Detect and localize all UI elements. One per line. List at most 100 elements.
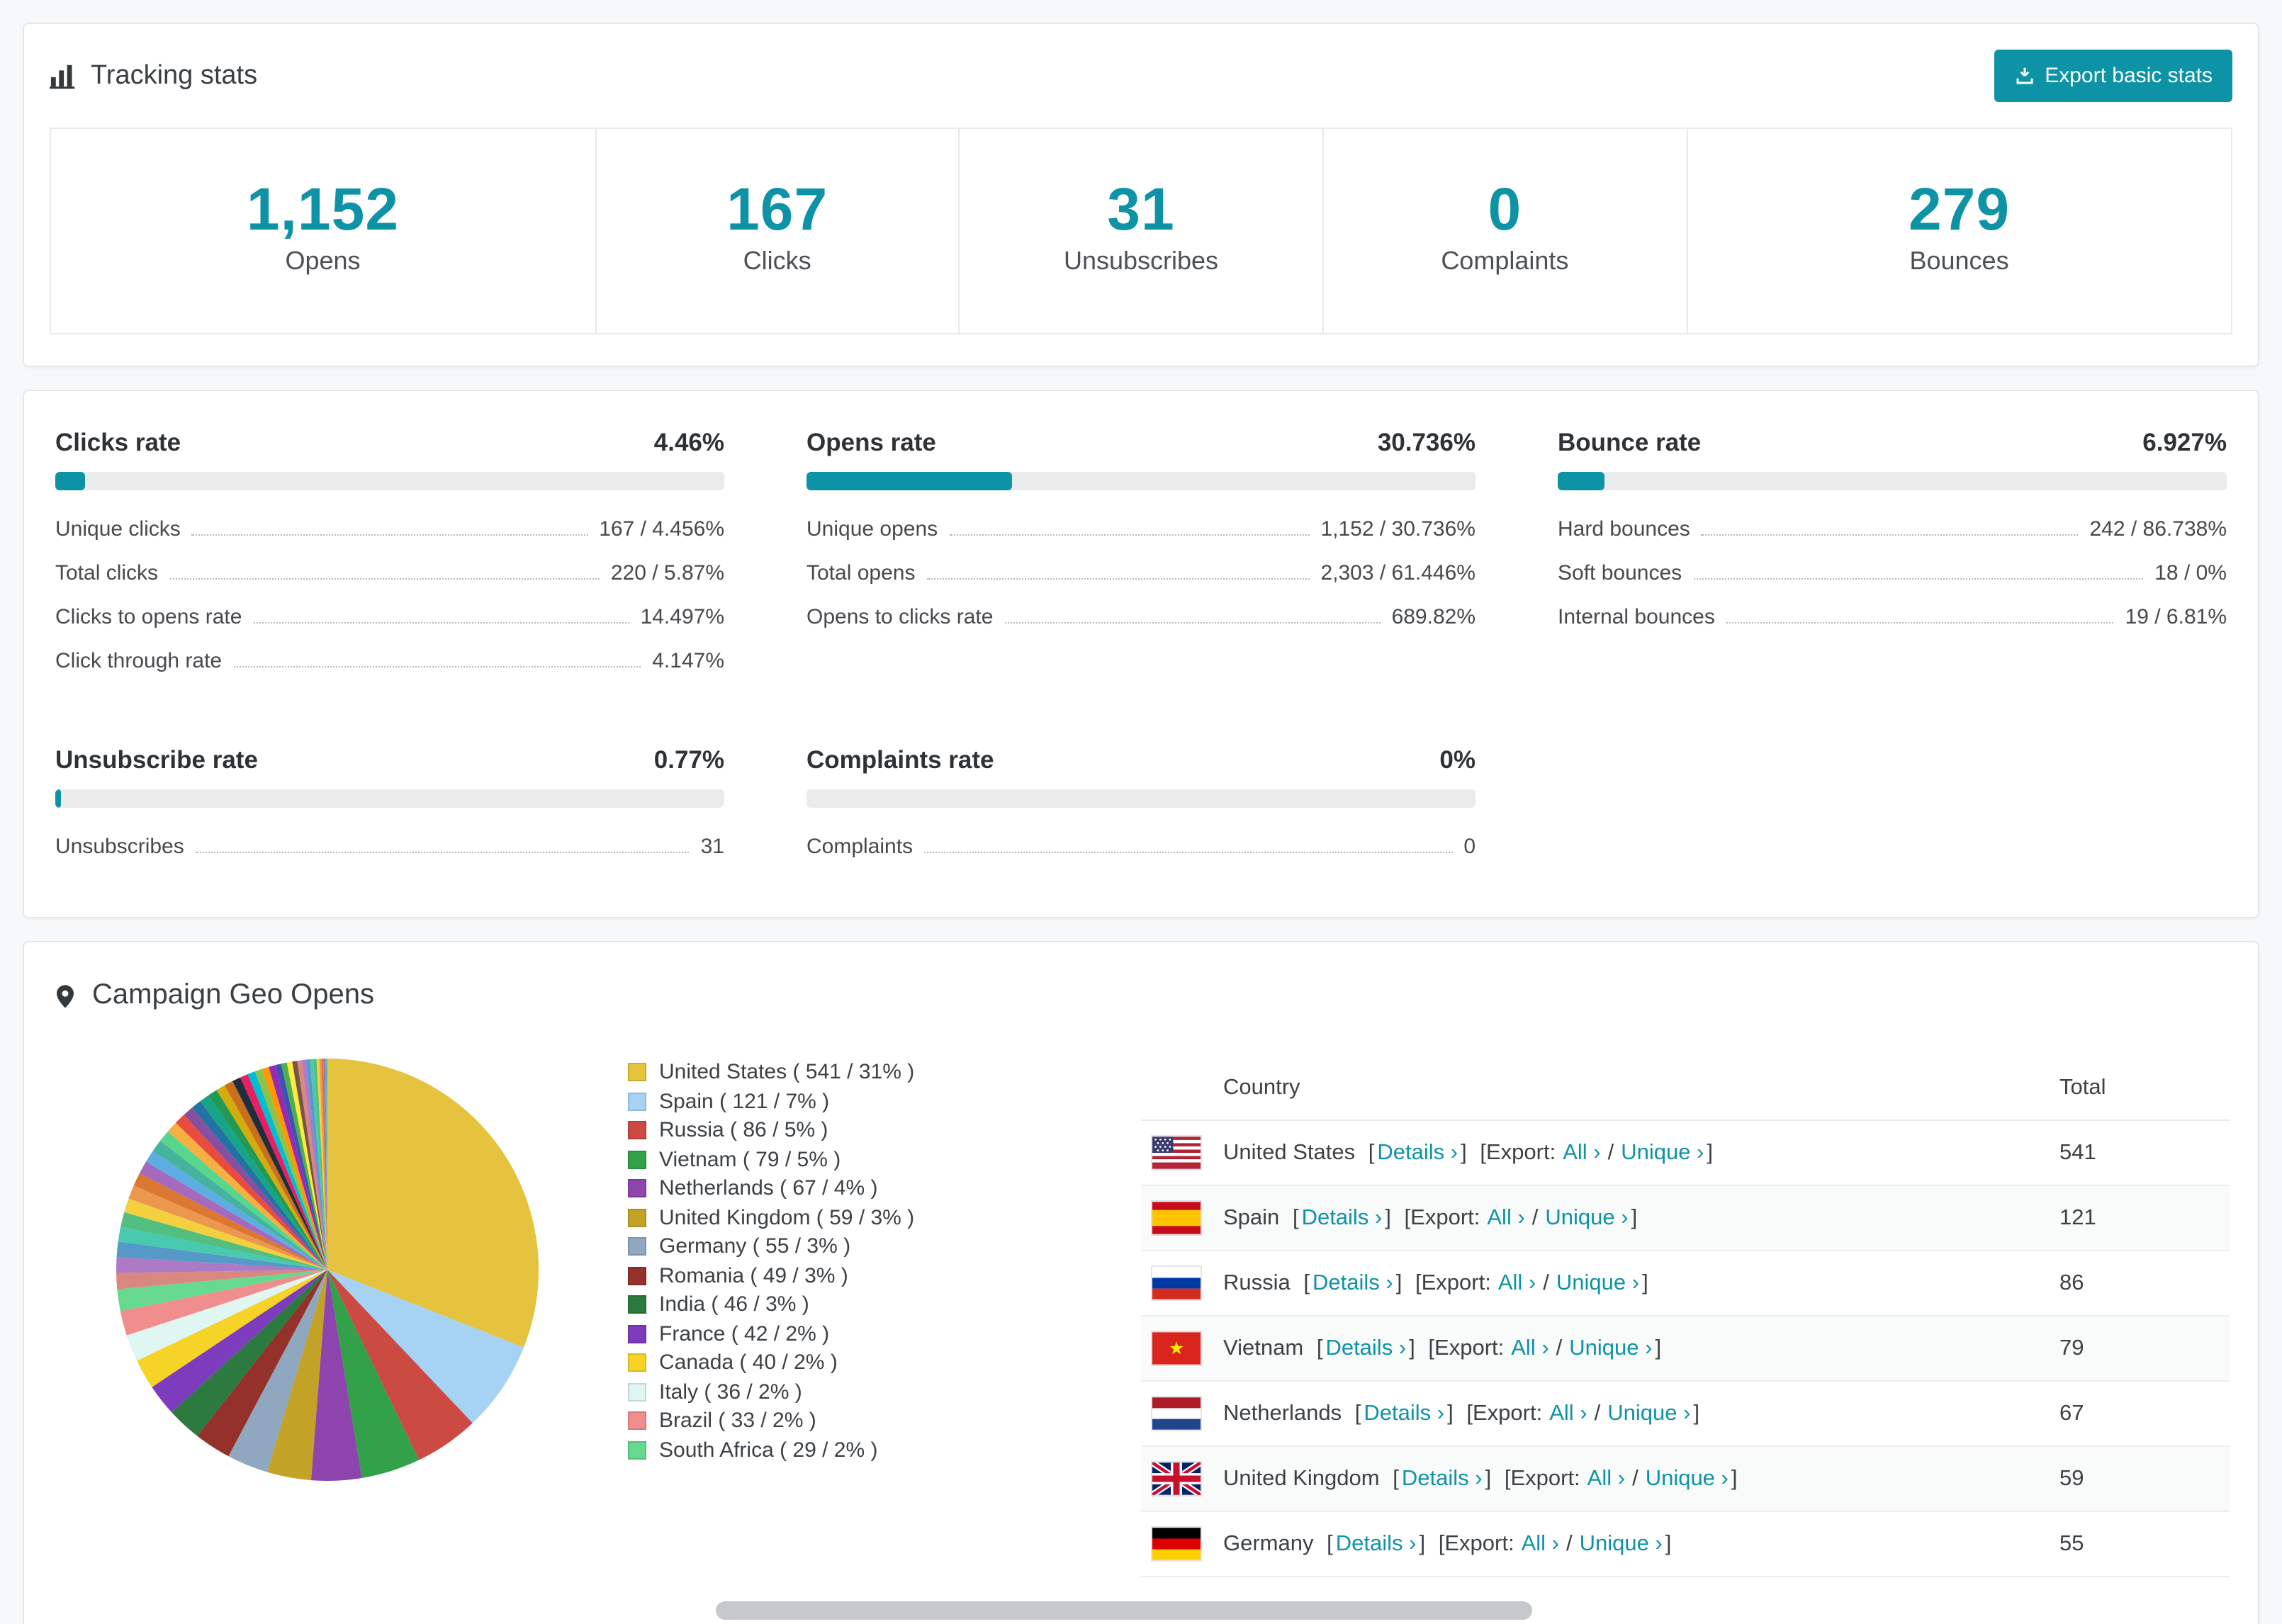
legend-swatch [628,1237,646,1256]
legend-item: Vietnam ( 79 / 5% ) [628,1147,1084,1173]
details-link[interactable]: Details › [1336,1531,1417,1555]
metric-value: 1,152 / 30.736% [1320,517,1476,542]
bracket: ] [1485,1466,1492,1491]
details-link[interactable]: Details › [1377,1140,1458,1164]
bracket: ] [1395,1270,1403,1295]
legend-swatch [628,1121,646,1140]
legend-label: Romania ( 49 / 3% ) [659,1263,848,1288]
details-link[interactable]: Details › [1313,1270,1393,1295]
export-label: Export: [1421,1270,1491,1295]
bracket: ] [1665,1531,1672,1556]
clicks-rate-panel: Clicks rate 4.46% Unique clicks 167 / 4.4… [55,428,724,683]
details-link[interactable]: Details › [1325,1336,1406,1360]
export-all-link[interactable]: All › [1549,1401,1587,1425]
metric-label: Total opens [806,561,916,586]
metric-row: Soft bounces 18 / 0% [1558,551,2227,595]
export-basic-stats-button[interactable]: Export basic stats [1994,50,2232,102]
summary-stats-row: 1,152 Opens 167 Clicks 31 Unsubscribes 0… [50,128,2232,335]
export-unique-link[interactable]: Unique › [1621,1140,1704,1164]
country-total: 86 [2059,1270,2084,1295]
clicks-label: Clicks [743,247,811,276]
export-all-link[interactable]: All › [1563,1140,1600,1164]
geo-opens-card: Campaign Geo Opens United States ( 541 /… [23,941,2259,1624]
legend-swatch [628,1266,646,1285]
bracket: [ [1303,1270,1310,1295]
export-unique-link[interactable]: Unique › [1646,1466,1729,1490]
clicks-count: 167 [726,176,828,242]
dotted-leader [924,852,1453,854]
unsubscribe-rate-percent: 0.77% [653,745,724,774]
legend-swatch [628,1353,646,1372]
details-link[interactable]: Details › [1364,1401,1444,1425]
table-row: Netherlands [Details ›] [Export: All › / Un… [1141,1382,2230,1448]
geo-pie-legend: United States ( 541 / 31% ) Spain ( 121 … [628,1057,1084,1577]
export-label: Export: [1485,1140,1556,1165]
legend-label: Spain ( 121 / 7% ) [659,1089,830,1114]
country-total: 79 [2059,1336,2084,1360]
bounces-count: 279 [1908,176,2011,242]
export-unique-link[interactable]: Unique › [1580,1531,1663,1555]
opens-rate-panel: Opens rate 30.736% Unique opens 1,152 / 3… [806,428,1476,683]
legend-swatch [628,1208,646,1227]
legend-item: United Kingdom ( 59 / 3% ) [628,1205,1084,1231]
metric-row: Total opens 2,303 / 61.446% [806,551,1476,595]
export-all-link[interactable]: All › [1498,1270,1536,1295]
tracking-stats-title-row: Tracking stats [50,60,257,91]
bracket: [ [1292,1205,1299,1230]
export-all-link[interactable]: All › [1487,1205,1524,1229]
export-unique-link[interactable]: Unique › [1607,1401,1690,1425]
metric-row: Unsubscribes 31 [55,825,724,869]
country-total: 121 [2059,1205,2096,1230]
country-name: United Kingdom [1223,1466,1380,1491]
export-all-link[interactable]: All › [1587,1466,1625,1490]
dotted-leader [1701,534,2079,536]
country-name: Spain [1223,1205,1280,1230]
bracket: ] [1447,1401,1454,1426]
flag-ru-icon [1152,1267,1201,1300]
bracket: ] [1461,1140,1467,1165]
slash: / [1632,1466,1639,1491]
export-all-link[interactable]: All › [1522,1531,1559,1555]
export-unique-link[interactable]: Unique › [1545,1205,1628,1229]
export-unique-link[interactable]: Unique › [1556,1270,1639,1295]
legend-swatch [628,1092,646,1111]
flag-nl-icon [1152,1397,1201,1431]
legend-swatch [628,1295,646,1314]
dotted-leader [169,578,600,580]
metric-row: Unique opens 1,152 / 30.736% [806,507,1476,551]
export-basic-stats-label: Export basic stats [2045,64,2213,88]
bracket: [ [1354,1401,1361,1426]
clicks-rate-progressbar [55,472,724,491]
flag-us-icon [1152,1137,1201,1170]
metric-row: Complaints 0 [806,825,1476,869]
metric-label: Opens to clicks rate [806,605,994,630]
horizontal-scrollbar-thumb[interactable] [716,1601,1532,1620]
details-link[interactable]: Details › [1302,1205,1383,1229]
bracket: ] [1707,1140,1714,1165]
country-total: 541 [2059,1140,2096,1165]
legend-swatch [628,1382,646,1402]
metric-value: 242 / 86.738% [2089,517,2227,542]
country-name: Vietnam [1223,1336,1304,1360]
export-all-link[interactable]: All › [1511,1336,1548,1360]
table-row: Spain [Details ›] [Export: All › / Unique ›… [1141,1186,2230,1252]
country-total: 59 [2059,1466,2084,1491]
metric-value: 14.497% [640,605,724,630]
opens-count: 1,152 [246,176,400,242]
legend-label: Germany ( 55 / 3% ) [659,1234,851,1259]
details-link[interactable]: Details › [1402,1466,1483,1490]
geo-pie-chart[interactable] [115,1057,540,1482]
bracket: [ [1415,1270,1422,1295]
metric-row: Hard bounces 242 / 86.738% [1558,507,2227,551]
complaints-rate-title: Complaints rate [806,745,994,774]
download-icon [2013,65,2035,86]
bracket: ] [1409,1336,1415,1360]
bounces-stat-box: 279 Bounces [1686,129,2231,334]
export-label: Export: [1444,1531,1514,1556]
export-unique-link[interactable]: Unique › [1569,1336,1652,1360]
flag-es-icon [1152,1202,1201,1235]
bounce-rate-percent: 6.927% [2142,428,2227,457]
opens-rate-progressbar [806,472,1476,491]
bracket: ] [1642,1270,1648,1295]
dotted-leader [195,852,690,854]
